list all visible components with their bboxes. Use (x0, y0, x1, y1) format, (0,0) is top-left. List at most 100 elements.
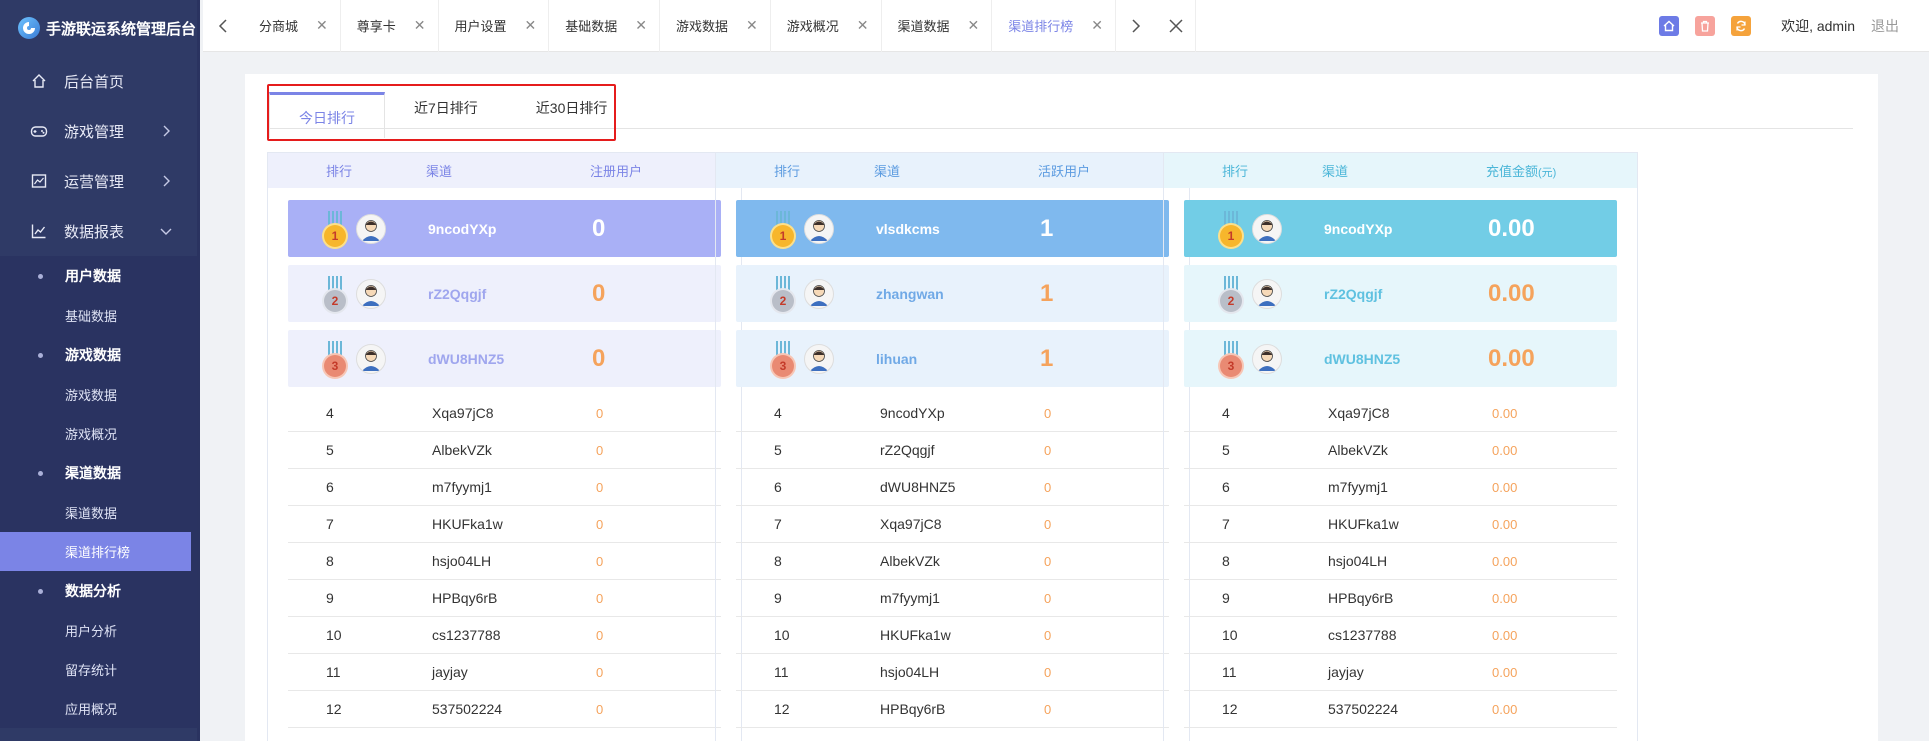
channel-name: lihuan (876, 350, 918, 367)
channel-name: Xqa97jC8 (1328, 405, 1390, 421)
tabs-scroll-right-button[interactable] (1116, 0, 1156, 52)
sidebar-item-app-overview[interactable]: 应用概况 (0, 689, 197, 728)
chevron-down-icon (157, 222, 175, 240)
sidebar-item-operations[interactable]: 运营管理 (0, 156, 197, 206)
refresh-icon[interactable] (1731, 16, 1752, 36)
avatar (356, 278, 386, 309)
channel-name: 537502224 (1328, 701, 1399, 717)
rank-number: 8 (326, 553, 334, 569)
rank-number: 7 (774, 516, 782, 532)
page-tab-label: 分商城 (259, 19, 299, 34)
sidebar-item-game-data[interactable]: 游戏数据 (0, 375, 197, 414)
table-row: 12 537502224 0.00 (1184, 691, 1617, 728)
tab-last-30-days[interactable]: 近30日排行 (507, 86, 637, 130)
sidebar-group-data-analysis[interactable]: 数据分析 (0, 571, 197, 611)
table-row: 9 HPBqy6rB 0 (288, 580, 721, 617)
table-row: 11 jayjay 0 (288, 654, 721, 691)
tab-close-icon[interactable]: ✕ (968, 17, 980, 34)
rank-value: 0 (596, 590, 604, 606)
sidebar-group-label: 用户数据 (65, 268, 121, 284)
channel-name: dWU8HNZ5 (880, 479, 956, 495)
tab-close-icon[interactable]: ✕ (857, 17, 869, 34)
rank-value: 0 (592, 344, 606, 372)
table-row: 7 Xqa97jC8 0 (736, 506, 1169, 543)
close-all-tabs-button[interactable] (1156, 0, 1196, 52)
page-tab[interactable]: 渠道排行榜 ✕ (992, 0, 1116, 52)
rank-value: 1 (1040, 214, 1054, 242)
rank-number: 4 (326, 405, 334, 421)
channel-name: Xqa97jC8 (880, 516, 942, 532)
rank-number: 6 (326, 479, 334, 495)
sidebar-item-user-analysis[interactable]: 用户分析 (0, 611, 197, 650)
rank-number: 4 (1222, 405, 1230, 421)
page-tab[interactable]: 游戏概况 ✕ (771, 0, 882, 52)
sidebar-nav: 后台首页 游戏管理 运营管理 数据报表 (0, 56, 197, 256)
page-tab[interactable]: 尊享卡 ✕ (341, 0, 439, 52)
rank-number: 5 (1222, 442, 1230, 458)
top-rank-row: 2 rZ2Qqgjf 0 (288, 265, 721, 322)
tab-close-icon[interactable]: ✕ (414, 17, 426, 34)
table-row: 6 dWU8HNZ5 0 (736, 469, 1169, 506)
page-tab[interactable]: 渠道数据 ✕ (882, 0, 993, 52)
medal-icon: 2 (770, 275, 796, 312)
panel-header: 排行 渠道 活跃用户 (716, 153, 1189, 188)
sidebar-item-home[interactable]: 后台首页 (0, 56, 197, 106)
medal-rank: 2 (1220, 289, 1242, 312)
bullet-icon (38, 588, 43, 594)
sidebar-item-channel-ranking[interactable]: 渠道排行榜 (0, 532, 191, 571)
tab-close-icon[interactable]: ✕ (746, 17, 758, 34)
page-tab[interactable]: 用户设置 ✕ (439, 0, 550, 52)
page-tab-label: 用户设置 (454, 19, 507, 34)
table-row: 5 rZ2Qqgjf 0 (736, 432, 1169, 469)
tab-close-icon[interactable]: ✕ (635, 17, 647, 34)
chevron-right-icon (1132, 18, 1141, 33)
tab-last-7-days[interactable]: 近7日排行 (385, 86, 507, 130)
channel-name: AlbekVZk (1328, 442, 1388, 458)
tab-close-icon[interactable]: ✕ (1091, 17, 1103, 34)
rank-value: 0 (596, 553, 604, 569)
app-logo[interactable]: 手游联运系统管理后台 (0, 0, 197, 56)
channel-name: jayjay (432, 664, 468, 680)
home-icon[interactable] (1659, 16, 1680, 36)
sidebar-item-data-reports[interactable]: 数据报表 (0, 206, 197, 256)
column-header-rank: 排行 (326, 164, 353, 179)
logout-link[interactable]: 退出 (1871, 16, 1899, 36)
page-tab[interactable]: 游戏数据 ✕ (660, 0, 771, 52)
sidebar-item-label: 游戏管理 (64, 123, 125, 141)
table-row: 4 Xqa97jC8 0 (288, 395, 721, 432)
sidebar-item-basic-data[interactable]: 基础数据 (0, 296, 197, 335)
sidebar-item-retention[interactable]: 留存统计 (0, 650, 197, 689)
page-tab-label: 游戏数据 (676, 19, 729, 34)
sidebar-item-channel-data[interactable]: 渠道数据 (0, 493, 197, 532)
rank-value: 1 (1040, 279, 1054, 307)
sidebar-group-game-data[interactable]: 游戏数据 (0, 335, 197, 375)
sidebar-group-user-data[interactable]: 用户数据 (0, 256, 197, 296)
rank-number: 12 (1222, 701, 1238, 717)
table-row: 11 jayjay 0.00 (1184, 654, 1617, 691)
column-header-value-label: 活跃用户 (1038, 164, 1091, 179)
column-header-channel: 渠道 (1322, 164, 1349, 179)
sidebar-item-game-management[interactable]: 游戏管理 (0, 106, 197, 156)
rank-value: 0 (596, 664, 604, 680)
page-tab-label: 尊享卡 (356, 19, 396, 34)
sidebar-item-game-overview[interactable]: 游戏概况 (0, 414, 197, 453)
top-rank-row: 2 zhangwan 1 (736, 265, 1169, 322)
rank-period-tabs: 今日排行 近7日排行 近30日排行 (269, 86, 637, 138)
medal-rank: 1 (772, 224, 794, 247)
tab-close-icon[interactable]: ✕ (316, 17, 328, 34)
medal-rank: 1 (1220, 224, 1242, 247)
sidebar-group-channel-data[interactable]: 渠道数据 (0, 453, 197, 493)
tabs-scroll-left-button[interactable] (203, 0, 243, 52)
rank-number: 6 (1222, 479, 1230, 495)
tab-today[interactable]: 今日排行 (269, 92, 385, 138)
trash-icon[interactable] (1695, 16, 1716, 36)
tab-close-icon[interactable]: ✕ (525, 17, 537, 34)
rank-number: 5 (774, 442, 782, 458)
gamepad-icon (30, 122, 48, 140)
rank-value: 0 (1044, 627, 1052, 643)
rank-value: 0 (1044, 405, 1052, 421)
rank-value: 0 (596, 701, 604, 717)
page-tab[interactable]: 基础数据 ✕ (549, 0, 660, 52)
page-tab[interactable]: 分商城 ✕ (243, 0, 341, 52)
table-row: 12 HPBqy6rB 0 (736, 691, 1169, 728)
